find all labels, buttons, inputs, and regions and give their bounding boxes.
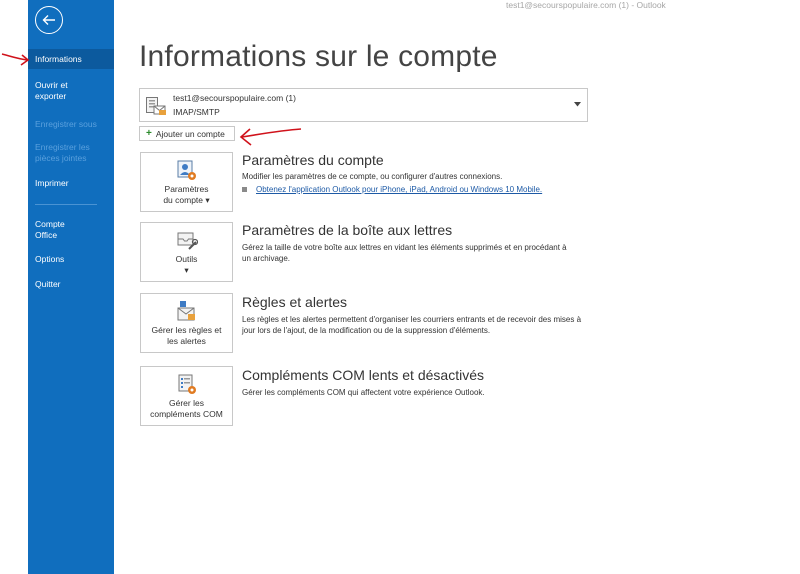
sidebar-item-quitter[interactable]: Quitter [28,279,114,290]
outlook-mobile-link[interactable]: Obtenez l'application Outlook pour iPhon… [256,185,542,194]
mailbox-tools-icon [177,232,198,250]
tile-label: compléments COM [150,409,223,419]
sidebar-item-enregistrer-pieces-jointes: Enregistrer les pièces jointes [35,142,90,163]
tile-label: Gérer les règles et [151,325,222,335]
mail-account-icon [146,97,166,115]
section-title: Paramètres du compte [242,152,384,168]
bullet-icon [242,187,247,193]
sidebar-divider [35,204,97,205]
tile-label: Outils [175,254,198,264]
window-title: test1@secourspopulaire.com (1) - Outlook [506,0,666,10]
back-arrow-icon [42,15,55,25]
mobile-app-link-row: Obtenez l'application Outlook pour iPhon… [242,185,542,194]
section-description: Modifier les paramètres de ce compte, ou… [242,172,503,181]
manage-com-addins-button[interactable]: Gérer les compléments COM [140,366,233,426]
section-title: Paramètres de la boîte aux lettres [242,222,453,238]
account-selector[interactable]: test1@secourspopulaire.com (1) IMAP/SMTP [139,88,588,122]
account-settings-icon [177,160,196,180]
back-button[interactable] [35,6,63,34]
chevron-down-icon [574,102,581,107]
tile-label: ▾ [184,265,189,275]
add-account-label: Ajouter un compte [155,128,225,139]
section-description: Les règles et les alertes permettent d'o… [242,315,582,335]
account-settings-button[interactable]: Paramètres du compte ▾ [140,152,233,212]
sidebar-item-imprimer[interactable]: Imprimer [28,178,114,189]
page-title: Informations sur le compte [139,40,498,73]
section-description: Gérez la taille de votre boîte aux lettr… [242,243,567,263]
sidebar-item-options[interactable]: Options [28,254,114,265]
section-description: Gérer les compléments COM qui affectent … [242,388,485,397]
tile-label: du compte ▾ [163,195,210,205]
sidebar-item-ouvrir-exporter[interactable]: Ouvrir et exporter [28,80,90,102]
tile-label: Gérer les [169,398,204,408]
section-title: Compléments COM lents et désactivés [242,367,484,383]
account-type: IMAP/SMTP [173,107,220,117]
sidebar-item-informations[interactable]: Informations [28,49,114,69]
com-addins-icon [178,374,196,394]
add-account-button[interactable]: + Ajouter un compte [139,126,235,141]
account-email: test1@secourspopulaire.com (1) [173,93,296,103]
section-title: Règles et alertes [242,294,348,310]
plus-icon: + [146,127,152,139]
tile-label: Paramètres [164,184,209,194]
annotation-arrow-informations [1,53,30,66]
annotation-arrow-add-account [239,128,302,146]
manage-rules-button[interactable]: Gérer les règles et les alertes [140,293,233,353]
sidebar-item-compte-office[interactable]: Compte Office [28,219,83,241]
tile-label: les alertes [167,336,206,346]
backstage-sidebar: Informations Ouvrir et exporter Enregist… [28,0,114,574]
tools-button[interactable]: Outils ▾ [140,222,233,282]
sidebar-item-enregistrer-sous: Enregistrer sous [35,119,97,129]
rules-alerts-icon [177,301,195,321]
